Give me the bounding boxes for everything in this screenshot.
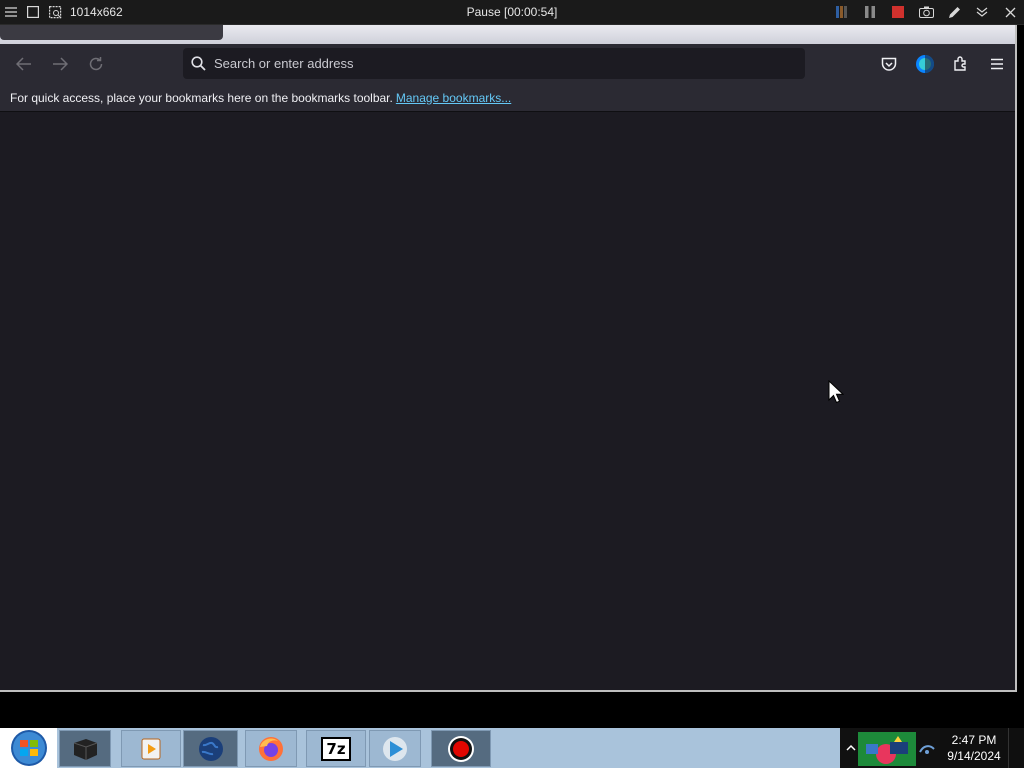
mouse-cursor-icon	[828, 379, 845, 410]
globe-icon[interactable]	[183, 730, 238, 767]
network-icon[interactable]	[918, 740, 936, 756]
address-bar[interactable]	[183, 48, 805, 79]
forward-button[interactable]	[42, 48, 78, 80]
page-content[interactable]	[0, 113, 1015, 690]
pocket-icon[interactable]	[871, 48, 907, 80]
region-select-icon[interactable]	[44, 0, 66, 25]
capture-size-label: 1014x662	[70, 5, 123, 19]
menu-icon[interactable]	[0, 0, 22, 25]
bookmarks-message: For quick access, place your bookmarks h…	[10, 90, 393, 105]
reload-button[interactable]	[78, 48, 114, 80]
tray-expand-icon[interactable]	[846, 740, 856, 756]
record-icon[interactable]	[431, 730, 491, 767]
screen: 1014x662 Pause [00:00:54] Search or ente…	[0, 0, 1024, 768]
collapse-chevron-icon[interactable]	[968, 0, 996, 25]
firefox-icon[interactable]	[245, 730, 297, 767]
back-button[interactable]	[6, 48, 42, 80]
play-icon[interactable]	[369, 730, 421, 767]
recorder-controls	[828, 0, 1024, 25]
tab-active[interactable]	[0, 25, 223, 40]
pause-button[interactable]	[856, 0, 884, 25]
browser-window: For quick access, place your bookmarks h…	[0, 25, 1017, 692]
virtualbox-icon[interactable]	[59, 730, 111, 767]
camera-icon[interactable]	[912, 0, 940, 25]
window-icon[interactable]	[22, 0, 44, 25]
show-desktop-button[interactable]	[1008, 728, 1024, 768]
search-icon	[191, 56, 206, 71]
extensions-icon[interactable]	[943, 48, 979, 80]
pencil-icon[interactable]	[940, 0, 968, 25]
tab-strip	[0, 25, 1015, 44]
toolbar-right	[871, 44, 1015, 84]
7zip-icon[interactable]: 7z	[306, 730, 366, 767]
color-indicator-icon	[828, 0, 856, 25]
stop-button[interactable]	[884, 0, 912, 25]
close-icon[interactable]	[996, 0, 1024, 25]
app-menu-icon[interactable]	[979, 48, 1015, 80]
7zip-label: 7z	[321, 736, 351, 761]
navigation-toolbar	[0, 44, 1015, 84]
clock-time: 2:47 PM	[951, 733, 997, 747]
address-input[interactable]	[214, 56, 774, 71]
media-player-icon[interactable]	[121, 730, 181, 767]
taskbar-clock[interactable]: 2:47 PM 9/14/2024	[940, 728, 1008, 768]
account-avatar-icon[interactable]	[907, 48, 943, 80]
manage-bookmarks-link[interactable]: Manage bookmarks...	[396, 91, 511, 105]
tray-app-icons[interactable]	[858, 732, 916, 766]
start-button[interactable]	[0, 728, 57, 768]
bookmarks-toolbar: For quick access, place your bookmarks h…	[0, 84, 1015, 112]
recorder-toolbar: 1014x662 Pause [00:00:54]	[0, 0, 1024, 25]
clock-date: 9/14/2024	[947, 749, 1001, 763]
